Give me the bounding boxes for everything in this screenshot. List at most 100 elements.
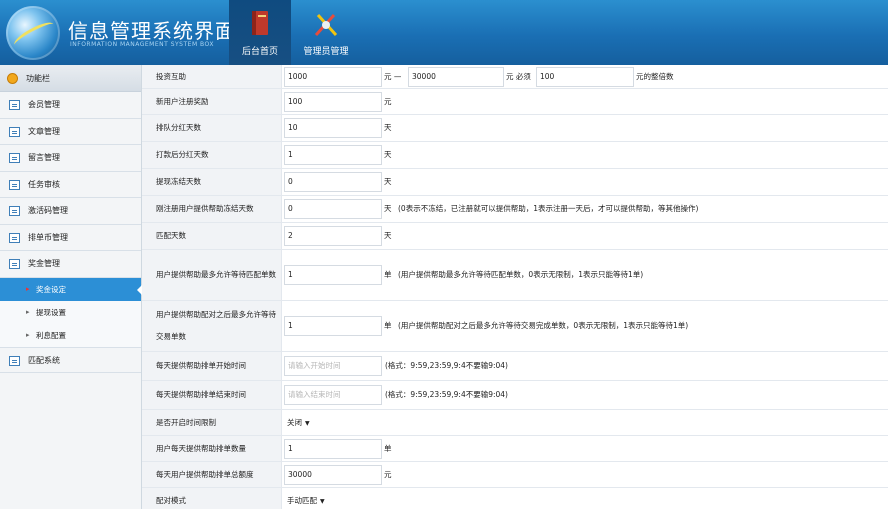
unit-text: 天 [384, 150, 392, 159]
hint-text: (格式：9:59,23:59,9:4不要输9:04) [385, 390, 508, 399]
list-icon [9, 259, 20, 269]
dropdown-arrow-icon: ▼ [305, 420, 310, 427]
unit-text: 元 必须 [506, 72, 531, 81]
sidebar-item-label: 排单币管理 [28, 232, 68, 242]
match-days-input[interactable]: 2 [284, 226, 382, 246]
sidebar-subitem-label: 利息配置 [36, 330, 66, 340]
sidebar-subitem-label: 提现设置 [36, 307, 66, 317]
form-row-investment: 投资互助 1000 元 — 30000 元 必须 100 元的整倍数 [142, 65, 888, 89]
sidebar-item-task-review[interactable]: 任务审核 [0, 171, 141, 198]
match-mode-value: 手动匹配 [287, 496, 317, 505]
sidebar-subitem-bonus-settings[interactable]: 奖金设定 [0, 277, 142, 301]
time-limit-value: 关闭 [287, 418, 302, 427]
app-subtitle: INFORMATION MANAGEMENT SYSTEM BOX [70, 41, 214, 48]
unit-text: 元 [384, 470, 392, 479]
book-icon [252, 11, 268, 35]
unit-text: 单 [384, 270, 392, 279]
row-label: 每天用户提供帮助排单总额度 [156, 469, 254, 479]
investment-min-input[interactable]: 1000 [284, 67, 382, 87]
form-row-daily-queue-count: 用户每天提供帮助排单数量 1 单 [142, 436, 888, 462]
app-title: 信息管理系统界面 [68, 19, 236, 43]
hint-text: (格式：9:59,23:59,9:4不要输9:04) [385, 361, 508, 370]
list-icon [9, 206, 20, 216]
form-row-queue-start-time: 每天提供帮助排单开始时间 请输入开始时间 (格式：9:59,23:59,9:4不… [142, 352, 888, 381]
unit-text: 单 [384, 444, 392, 453]
row-label: 匹配天数 [156, 231, 186, 240]
form-row-withdraw-freeze-days: 提现冻结天数 0 天 [142, 169, 888, 196]
dropdown-arrow-icon: ▼ [320, 498, 325, 505]
queue-dividend-days-input[interactable]: 10 [284, 118, 382, 138]
sidebar-item-members[interactable]: 会员管理 [0, 92, 141, 119]
row-label: 用户每天提供帮助排单数量 [156, 443, 246, 453]
form-row-daily-queue-total: 每天用户提供帮助排单总额度 30000 元 [142, 462, 888, 488]
nav-home[interactable]: 后台首页 [229, 0, 291, 65]
sidebar-subitem-label: 奖金设定 [36, 284, 66, 294]
form-row-max-pending-match: 用户提供帮助最多允许等待匹配单数 1 单 (用户提供帮助最多允许等待匹配单数，0… [142, 250, 888, 301]
investment-multiple-input[interactable]: 100 [536, 67, 634, 87]
queue-start-time-input[interactable]: 请输入开始时间 [284, 356, 382, 376]
list-icon [9, 100, 20, 110]
daily-queue-count-input[interactable]: 1 [284, 439, 382, 459]
sidebar-item-matching[interactable]: 匹配系统 [0, 346, 141, 373]
nav-home-label: 后台首页 [241, 47, 278, 57]
form-row-queue-dividend-days: 排队分红天数 10 天 [142, 115, 888, 142]
unit-text: 天 [384, 123, 392, 132]
sidebar: 功能栏 会员管理 文章管理 留言管理 任务审核 激活码管理 排单币管理 奖金管理… [0, 65, 142, 509]
queue-end-time-input[interactable]: 请输入结束时间 [284, 385, 382, 405]
form-row-time-limit: 是否开启时间限制 关闭 ▼ [142, 410, 888, 436]
time-limit-select[interactable]: 关闭 ▼ [285, 414, 310, 432]
form-row-register-reward: 新用户注册奖励 100 元 [142, 89, 888, 115]
sidebar-item-queue-coins[interactable]: 排单币管理 [0, 224, 141, 251]
sidebar-item-bonus[interactable]: 奖金管理 [0, 251, 141, 278]
function-bar-icon [7, 73, 18, 84]
nav-admin-label: 管理员管理 [303, 47, 349, 57]
form-row-max-pending-trade: 用户提供帮助配对之后最多允许等待交易单数 1 单 (用户提供帮助配对之后最多允许… [142, 301, 888, 352]
row-label: 是否开启时间限制 [156, 417, 216, 427]
sidebar-item-label: 匹配系统 [28, 355, 60, 365]
unit-text: 天 [384, 231, 392, 240]
unit-text: 单 [384, 321, 392, 330]
match-mode-select[interactable]: 手动匹配 ▼ [285, 492, 325, 509]
row-label: 用户提供帮助配对之后最多允许等待交易单数 [156, 310, 276, 341]
max-pending-match-input[interactable]: 1 [284, 265, 382, 285]
form-row-new-user-freeze-days: 刚注册用户提供帮助冻结天数 0 天 (0表示不冻结，已注册就可以提供帮助，1表示… [142, 196, 888, 223]
sidebar-item-label: 奖金管理 [28, 259, 60, 268]
payment-dividend-days-input[interactable]: 1 [284, 145, 382, 165]
sidebar-item-label: 会员管理 [28, 100, 60, 109]
register-reward-input[interactable]: 100 [284, 92, 382, 112]
hint-text: (用户提供帮助最多允许等待匹配单数，0表示无限制，1表示只能等待1单) [398, 270, 644, 279]
sidebar-item-label: 任务审核 [28, 179, 60, 189]
sidebar-item-label: 留言管理 [28, 153, 60, 162]
unit-text: 元 [384, 97, 392, 106]
unit-text: 元的整倍数 [636, 72, 674, 81]
hint-text: (用户提供帮助配对之后最多允许等待交易完成单数，0表示无限制，1表示只能等待1单… [398, 321, 689, 330]
sidebar-item-activation-codes[interactable]: 激活码管理 [0, 198, 141, 225]
withdraw-freeze-days-input[interactable]: 0 [284, 172, 382, 192]
sidebar-subitem-interest-config[interactable]: 利息配置 [0, 323, 141, 347]
edit-icon [9, 179, 20, 190]
row-label: 每天提供帮助排单结束时间 [156, 390, 246, 399]
sidebar-subitem-withdraw-settings[interactable]: 提现设置 [0, 300, 141, 324]
max-pending-trade-input[interactable]: 1 [284, 316, 382, 336]
row-label: 打款后分红天数 [156, 150, 209, 159]
daily-queue-total-input[interactable]: 30000 [284, 465, 382, 485]
form-row-match-days: 匹配天数 2 天 [142, 223, 888, 250]
sidebar-heading-label: 功能栏 [26, 74, 50, 83]
new-user-freeze-days-input[interactable]: 0 [284, 199, 382, 219]
row-label: 每天提供帮助排单开始时间 [156, 361, 246, 370]
sidebar-item-articles[interactable]: 文章管理 [0, 118, 141, 145]
form-row-match-mode: 配对模式 手动匹配 ▼ [142, 488, 888, 509]
form-row-payment-dividend-days: 打款后分红天数 1 天 [142, 142, 888, 169]
nav-admin[interactable]: 管理员管理 [295, 0, 357, 65]
row-label: 提现冻结天数 [156, 177, 201, 186]
globe-logo-icon [6, 6, 60, 60]
list-icon [9, 355, 20, 366]
investment-max-input[interactable]: 30000 [408, 67, 504, 87]
sidebar-item-messages[interactable]: 留言管理 [0, 145, 141, 172]
row-label: 排队分红天数 [156, 123, 201, 132]
settings-form: 投资互助 1000 元 — 30000 元 必须 100 元的整倍数 新用户注册… [142, 65, 888, 509]
unit-text: 天 [384, 204, 392, 213]
tools-icon [314, 13, 338, 37]
row-label: 配对模式 [156, 495, 186, 505]
form-row-queue-end-time: 每天提供帮助排单结束时间 请输入结束时间 (格式：9:59,23:59,9:4不… [142, 381, 888, 410]
